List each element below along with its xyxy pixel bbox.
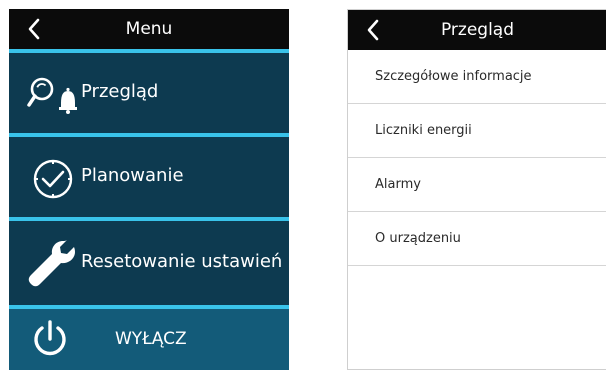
menu-item-label: WYŁĄCZ [115, 329, 187, 349]
list-item-szczegolowe-informacje[interactable]: Szczegółowe informacje [348, 50, 606, 104]
menu-screen: Menu Przegląd Planowanie Resetowanie ust… [9, 9, 289, 370]
magnifier-bell-icon [27, 77, 77, 114]
list-item-o-urzadzeniu[interactable]: O urządzeniu [348, 212, 606, 266]
wrench-icon [28, 240, 75, 287]
clock-check-icon [33, 159, 73, 199]
menu-item-przeglad[interactable]: Przegląd [9, 53, 289, 133]
overview-header: Przegląd [348, 10, 606, 50]
power-off-button[interactable]: WYŁĄCZ [9, 309, 289, 370]
overview-screen: Przegląd Szczegółowe informacje Liczniki… [347, 9, 606, 370]
menu-header: Menu [9, 9, 289, 49]
menu-item-planowanie[interactable]: Planowanie [9, 137, 289, 217]
menu-item-resetowanie[interactable]: Resetowanie ustawień [9, 221, 289, 305]
list-item-liczniki-energii[interactable]: Liczniki energii [348, 104, 606, 158]
screen-stage: Menu Przegląd Planowanie Resetowanie ust… [0, 0, 606, 370]
list-item-alarmy[interactable]: Alarmy [348, 158, 606, 212]
menu-title: Menu [125, 19, 173, 39]
menu-item-label: Przegląd [81, 81, 159, 102]
menu-item-label: Resetowanie ustawień [81, 251, 283, 272]
menu-item-label: Planowanie [81, 165, 184, 186]
overview-list: Szczegółowe informacje Liczniki energii … [348, 50, 606, 266]
overview-title: Przegląd [440, 20, 515, 40]
power-icon [34, 320, 66, 356]
